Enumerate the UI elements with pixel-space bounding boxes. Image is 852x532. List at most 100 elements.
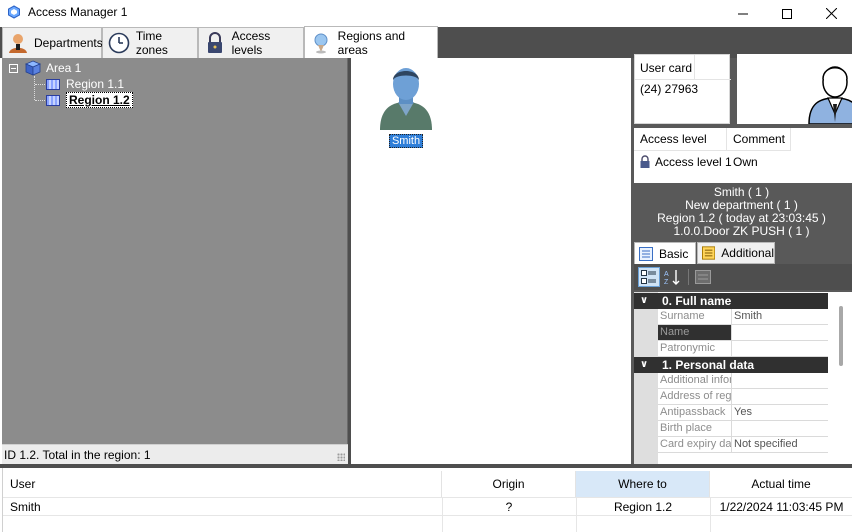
region-icon (46, 94, 60, 106)
location-pin-icon (309, 31, 333, 55)
minimize-button[interactable] (720, 0, 766, 27)
chevron-down-icon: ∨ (640, 295, 649, 306)
alphabetical-sort-button[interactable]: A Z (662, 267, 684, 287)
grid-gutter (634, 292, 658, 464)
event-where-to[interactable]: Region 1.2 (576, 498, 710, 516)
clock-icon (107, 31, 131, 55)
tab-label: Time zones (135, 29, 168, 57)
category-title: 0. Full name (662, 294, 732, 308)
user-photo (737, 54, 852, 124)
region-users-panel: Smith (351, 58, 631, 464)
event-user[interactable]: Smith (10, 498, 41, 516)
property-pages-icon (695, 270, 711, 284)
title-bar: Access Manager 1 (0, 0, 852, 27)
categorized-icon (641, 270, 656, 284)
status-bar: ID 1.2. Total in the region: 1 (2, 444, 348, 464)
user-tile[interactable]: Smith (377, 64, 435, 148)
user-card-label: User card (640, 61, 693, 75)
user-summary: Smith ( 1 ) New department ( 1 ) Region … (631, 186, 852, 238)
notes-icon (702, 246, 716, 260)
status-text: ID 1.2. Total in the region: 1 (4, 448, 151, 462)
property-row[interactable]: Surname Smith (658, 309, 828, 325)
user-card-value: (24) 27963 (640, 82, 699, 96)
column-header-user[interactable]: User (3, 471, 442, 497)
details-subtabs: Basic Additional (634, 242, 852, 265)
tree-item-label-selected: Region 1.2 (66, 92, 133, 108)
events-table: User Origin Where to Actual time Smith ?… (2, 468, 852, 532)
minimize-icon (738, 13, 748, 14)
column-header-actual-time[interactable]: Actual time (710, 471, 852, 497)
property-row[interactable]: Address of reg (658, 389, 828, 405)
chevron-down-icon: ∨ (640, 359, 649, 370)
tab-label: Access levels (231, 29, 271, 57)
tree-connector (35, 100, 45, 101)
tree-item-region-1-2[interactable]: Region 1.2 (46, 92, 133, 108)
category-personal-data[interactable]: ∨ 1. Personal data (634, 357, 828, 373)
region-tree-panel (2, 58, 348, 444)
categorized-view-button[interactable] (638, 267, 660, 287)
subtab-label: Additional (721, 246, 774, 260)
property-grid: ∨ 0. Full name Surname Smith Name Patron… (634, 292, 852, 464)
user-photo-icon (808, 66, 852, 124)
property-name: Antipassback (658, 405, 732, 420)
column-header-where-to[interactable]: Where to (576, 471, 710, 497)
property-row[interactable]: Birth place (658, 421, 828, 437)
property-row[interactable]: Additional infor (658, 373, 828, 389)
event-origin[interactable]: ? (442, 498, 576, 516)
property-row[interactable]: Antipassback Yes (658, 405, 828, 421)
property-grid-toolbar: A Z (634, 264, 852, 290)
user-card-box: User card (24) 27963 (634, 54, 731, 124)
tab-access-levels[interactable]: Access levels (198, 27, 304, 58)
property-row[interactable]: Patronymic (658, 341, 828, 357)
column-header-origin[interactable]: Origin (442, 471, 576, 497)
tab-departments[interactable]: Departments (2, 27, 103, 58)
tree-item-label: Area 1 (46, 61, 82, 75)
padlock-icon (640, 155, 650, 168)
close-icon (825, 8, 837, 19)
column-header-comment[interactable]: Comment (727, 128, 791, 151)
tab-label: Departments (34, 36, 103, 50)
close-button[interactable] (808, 0, 852, 27)
subtab-label: Basic (659, 246, 689, 261)
category-full-name[interactable]: ∨ 0. Full name (634, 293, 828, 309)
tree-collapse-toggle[interactable] (9, 64, 18, 73)
person-icon (7, 31, 29, 55)
tab-label: Regions and areas (337, 28, 406, 57)
user-avatar-icon (380, 68, 432, 130)
tab-time-zones[interactable]: Time zones (102, 27, 198, 58)
property-row[interactable]: Card expiry dat Not specified (658, 437, 828, 453)
property-value: Smith (734, 310, 763, 322)
tree-connector (35, 84, 45, 85)
svg-text:A: A (664, 271, 669, 278)
access-levels-table: Access level Comment Access level 1 Own (634, 128, 852, 183)
grid-scrollbar[interactable] (839, 306, 843, 366)
category-title: 1. Personal data (662, 358, 755, 372)
app-hex-icon (8, 5, 20, 19)
access-level-row[interactable]: Access level 1 (639, 152, 732, 172)
tree-connector (34, 76, 35, 100)
summary-line: 1.0.0.Door ZK PUSH ( 1 ) (673, 224, 810, 238)
tree-item-area-1[interactable]: Area 1 (24, 60, 81, 76)
property-name: Additional infor (660, 373, 732, 388)
window-title: Access Manager 1 (28, 5, 128, 19)
tree-item-region-1-1[interactable]: Region 1.1 (46, 76, 124, 92)
property-pages-button[interactable] (692, 267, 714, 287)
property-value: Not specified (734, 438, 798, 450)
user-name-label: Smith (388, 134, 424, 148)
property-name: Birth place (658, 421, 732, 436)
maximize-button[interactable] (764, 0, 810, 27)
subtab-basic[interactable]: Basic (634, 242, 696, 265)
resize-grip-icon[interactable] (337, 453, 345, 461)
event-time[interactable]: 1/22/2024 11:03:45 PM (710, 498, 852, 516)
cube-icon (24, 60, 42, 76)
property-row[interactable]: Name (658, 325, 828, 341)
access-level-name: Access level 1 (655, 155, 732, 169)
subtab-additional[interactable]: Additional (697, 242, 775, 264)
property-name: Patronymic (658, 341, 732, 356)
access-level-comment: Own (733, 155, 758, 169)
tree-item-label: Region 1.1 (66, 77, 125, 91)
maximize-icon (782, 8, 792, 19)
tab-regions-and-areas[interactable]: Regions and areas (304, 26, 438, 58)
column-header-access-level[interactable]: Access level (634, 128, 727, 151)
user-details-panel: User card (24) 27963 Access level Commen… (631, 54, 852, 464)
